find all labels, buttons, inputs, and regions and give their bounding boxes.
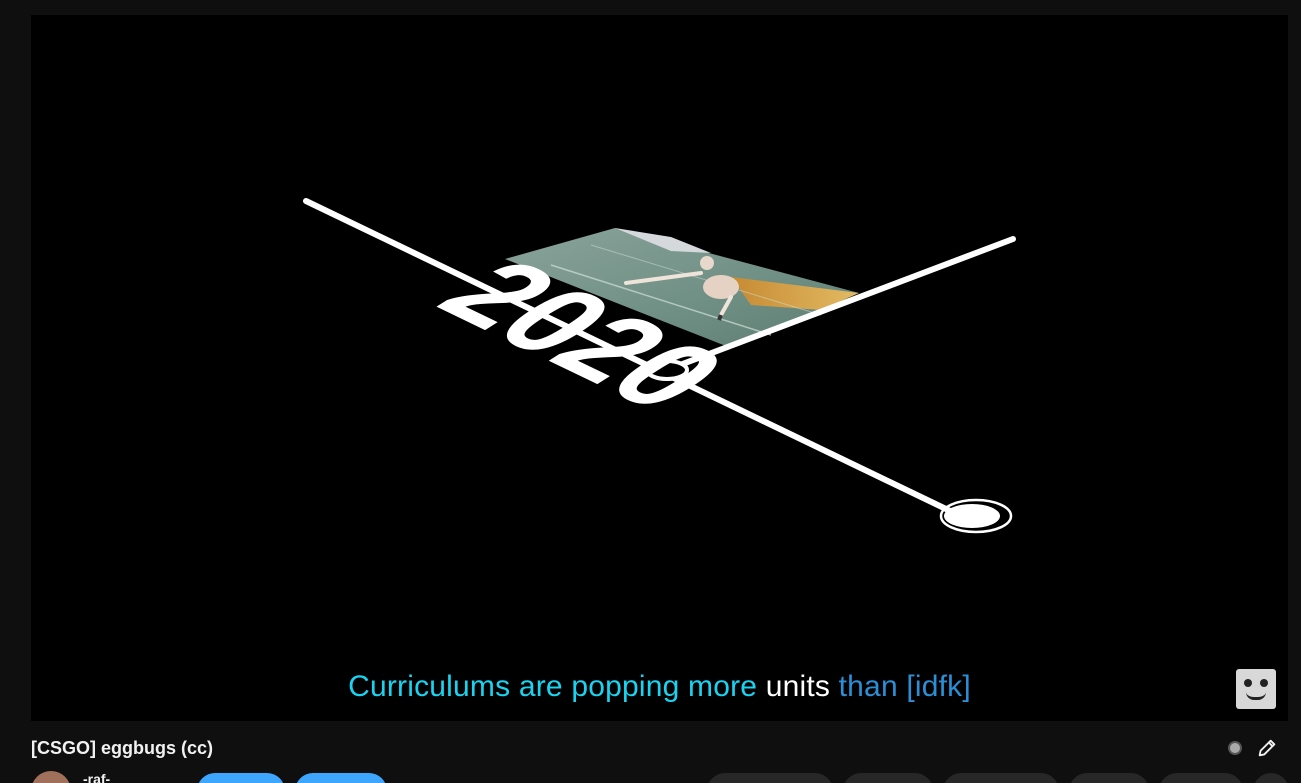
action-button[interactable] bbox=[1069, 773, 1149, 783]
more-button[interactable] bbox=[1253, 773, 1289, 783]
video-info: [CSGO] eggbugs (cc) -raf- bbox=[31, 735, 1289, 783]
title-actions bbox=[1228, 737, 1278, 759]
subtitle-part: than [idfk] bbox=[838, 670, 971, 703]
video-player[interactable]: 2020 Curriculums are popping more units … bbox=[31, 15, 1288, 721]
action-button[interactable] bbox=[1159, 773, 1243, 783]
share-button[interactable] bbox=[843, 773, 933, 783]
blue-action-button[interactable] bbox=[295, 773, 387, 783]
watermark-eye bbox=[1260, 679, 1268, 687]
avatar[interactable] bbox=[31, 771, 71, 783]
watermark-eye bbox=[1244, 679, 1252, 687]
action-button[interactable] bbox=[943, 773, 1059, 783]
like-dislike-button[interactable] bbox=[707, 773, 833, 783]
subtitle-part: Curriculums are popping more bbox=[348, 670, 766, 703]
subtitle-caption: Curriculums are popping more units than … bbox=[31, 669, 1288, 705]
channel-watermark-icon[interactable] bbox=[1236, 669, 1276, 709]
channel-row: -raf- bbox=[31, 771, 1289, 783]
watermark-mouth bbox=[1246, 692, 1266, 700]
edit-pencil-icon[interactable] bbox=[1256, 737, 1278, 759]
video-frame: 2020 bbox=[303, 198, 1016, 534]
channel-name[interactable]: -raf- bbox=[83, 771, 110, 783]
page: 2020 Curriculums are popping more units … bbox=[0, 0, 1301, 783]
video-title: [CSGO] eggbugs (cc) bbox=[31, 738, 214, 758]
blue-action-button[interactable] bbox=[197, 773, 285, 783]
status-dot-icon[interactable] bbox=[1228, 741, 1242, 755]
subtitle-part: units bbox=[765, 670, 839, 703]
